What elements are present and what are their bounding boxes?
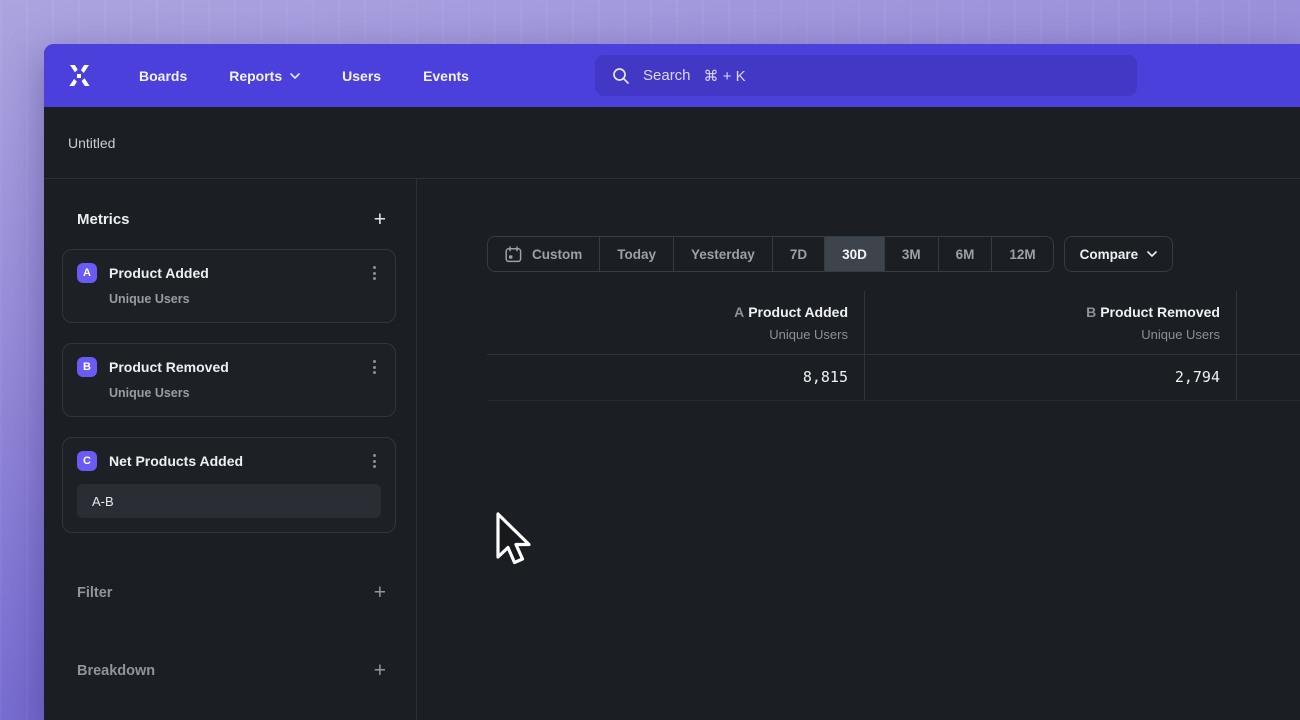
compare-label: Compare — [1080, 247, 1139, 262]
nav-item-reports[interactable]: Reports — [229, 68, 300, 84]
date-range-picker: Custom Today Yesterday 7D 30D 3M 6M 12M — [487, 236, 1054, 272]
table-header-row: AProduct Added Unique Users BProduct Rem… — [487, 291, 1300, 355]
kebab-menu-icon[interactable] — [368, 357, 381, 377]
table-cell-partial — [1237, 355, 1300, 400]
metric-card-c[interactable]: C Net Products Added A-B — [62, 437, 396, 533]
date-range-custom[interactable]: Custom — [488, 237, 599, 271]
compare-button[interactable]: Compare — [1064, 236, 1174, 272]
column-subtitle: Unique Users — [865, 327, 1220, 342]
metrics-header: Metrics + — [62, 209, 396, 230]
table-header-col-a: AProduct Added Unique Users — [487, 291, 865, 354]
metric-title: Net Products Added — [109, 453, 368, 469]
metrics-section-title: Metrics — [77, 211, 130, 228]
date-range-label: Custom — [532, 247, 582, 262]
metric-title: Product Removed — [109, 359, 368, 375]
column-badge: A — [734, 304, 744, 320]
calendar-icon — [505, 246, 522, 263]
column-badge: B — [1086, 304, 1096, 320]
date-range-6m[interactable]: 6M — [938, 237, 992, 271]
metric-card-a[interactable]: A Product Added Unique Users — [62, 249, 396, 323]
results-pane: Custom Today Yesterday 7D 30D 3M 6M 12M … — [417, 179, 1300, 720]
date-range-7d[interactable]: 7D — [772, 237, 824, 271]
report-titlebar: Untitled — [44, 107, 1300, 179]
table-cell-value-a[interactable]: 8,815 — [487, 355, 865, 400]
metric-title: Product Added — [109, 265, 368, 281]
table-header-col-b: BProduct Removed Unique Users — [865, 291, 1237, 354]
date-range-today[interactable]: Today — [599, 237, 673, 271]
kebab-menu-icon[interactable] — [368, 263, 381, 283]
nav-item-events[interactable]: Events — [423, 68, 469, 84]
metric-card-b[interactable]: B Product Removed Unique Users — [62, 343, 396, 417]
chevron-down-icon — [290, 73, 300, 79]
nav-item-users[interactable]: Users — [342, 68, 381, 84]
date-range-3m[interactable]: 3M — [884, 237, 938, 271]
nav-item-reports-label: Reports — [229, 68, 282, 84]
table-header-col-partial — [1237, 291, 1300, 354]
table-value-row: 8,815 2,794 — [487, 355, 1300, 401]
breakdown-section-title: Breakdown — [77, 663, 155, 679]
desktop-background: X Boards Reports Users Events — [0, 0, 1300, 720]
chevron-down-icon — [1147, 251, 1157, 257]
logo-center-dot — [77, 74, 81, 78]
add-metric-button[interactable]: + — [374, 209, 386, 230]
metric-badge-b: B — [77, 357, 97, 377]
metric-badge-a: A — [77, 263, 97, 283]
nav-menu: Boards Reports Users Events — [139, 68, 469, 84]
formula-input[interactable]: A-B — [77, 484, 381, 518]
search-placeholder: Search — [643, 67, 691, 84]
app-window: X Boards Reports Users Events — [44, 44, 1300, 720]
kebab-menu-icon[interactable] — [368, 451, 381, 471]
search-shortcut: ⌘ + K — [704, 67, 746, 85]
report-title[interactable]: Untitled — [68, 135, 115, 151]
metric-badge-c: C — [77, 451, 97, 471]
search-icon — [612, 67, 630, 85]
table-cell-value-b[interactable]: 2,794 — [865, 355, 1237, 400]
top-navbar: X Boards Reports Users Events — [44, 44, 1300, 107]
filter-section-title: Filter — [77, 585, 112, 601]
date-range-30d[interactable]: 30D — [824, 237, 884, 271]
add-breakdown-button[interactable]: + — [374, 660, 386, 681]
column-subtitle: Unique Users — [487, 327, 848, 342]
date-range-12m[interactable]: 12M — [991, 237, 1052, 271]
column-title: Product Removed — [1100, 304, 1220, 320]
search-input[interactable]: Search ⌘ + K — [595, 55, 1137, 96]
nav-item-boards[interactable]: Boards — [139, 68, 187, 84]
metric-measurement[interactable]: Unique Users — [109, 386, 381, 400]
column-title: Product Added — [748, 304, 848, 320]
add-filter-button[interactable]: + — [374, 582, 386, 603]
metric-measurement[interactable]: Unique Users — [109, 292, 381, 306]
query-sidebar: Metrics + A Product Added Unique Users B… — [44, 179, 417, 720]
results-table: AProduct Added Unique Users BProduct Rem… — [487, 291, 1300, 401]
date-range-yesterday[interactable]: Yesterday — [673, 237, 772, 271]
filter-section: Filter + — [62, 582, 396, 603]
mixpanel-logo[interactable]: X — [64, 61, 94, 91]
breakdown-section: Breakdown + — [62, 660, 396, 681]
